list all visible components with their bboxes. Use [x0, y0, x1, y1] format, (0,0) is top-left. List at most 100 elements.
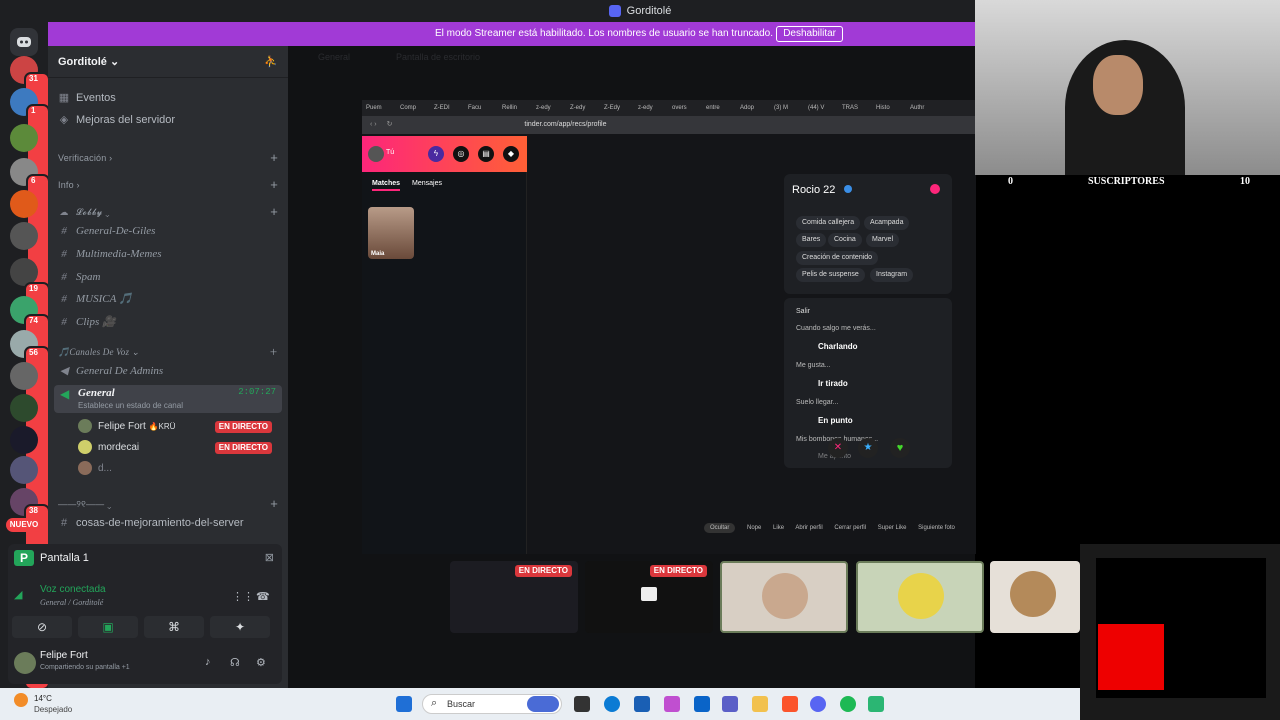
disconnect-icon[interactable]: ☎ — [256, 590, 270, 603]
profile-name: Rocio 22 — [792, 184, 836, 196]
outlook-icon[interactable] — [694, 696, 710, 712]
monitor-icon — [641, 587, 657, 601]
events-label: Eventos — [76, 92, 116, 104]
interest-chip: Cocina — [828, 233, 862, 247]
settings-gear-icon[interactable]: ⚙ — [256, 656, 266, 669]
invite-icon[interactable]: ⛹ — [264, 46, 278, 78]
add-channel-icon[interactable]: + — [269, 342, 278, 362]
voice-user-mordecai[interactable]: mordecai EN DIRECTO — [78, 438, 278, 458]
category-label: 🎵Canales De Voz — [58, 347, 130, 357]
channel-general-de-giles[interactable]: # General-De-Giles — [58, 221, 278, 241]
interest-chip: Creación de contenido — [796, 251, 879, 265]
hint-close-profile: Cerrar perfil — [834, 525, 867, 531]
weather-text[interactable]: Despejado — [34, 705, 72, 714]
activity-button[interactable]: ⌘ — [144, 616, 204, 638]
reload-icon: ↻ — [386, 121, 393, 128]
stream-thumbnail-1[interactable]: EN DIRECTO — [450, 561, 578, 633]
voice-channel-general[interactable]: ◀ General 2:07:27 Establece un estado de… — [54, 385, 282, 413]
category-canales-de-voz[interactable]: 🎵Canales De Voz ⌄ + — [58, 342, 278, 362]
user-tag: 🔥KRÜ — [148, 422, 176, 431]
hash-icon: # — [61, 293, 67, 305]
file-explorer-icon[interactable] — [752, 696, 768, 712]
server-header[interactable]: Gorditolé ⌄ ⛹ — [48, 46, 288, 78]
verified-icon — [844, 185, 852, 193]
avatar — [368, 146, 384, 162]
brave-icon[interactable] — [782, 696, 798, 712]
search-placeholder: Buscar — [447, 699, 476, 709]
store-icon[interactable] — [634, 696, 650, 712]
channel-status[interactable]: Establece un estado de canal — [78, 401, 183, 410]
avatar[interactable] — [14, 652, 36, 674]
voice-channel-general-de-admins[interactable]: ◀ General De Admins — [58, 361, 278, 381]
edge-icon[interactable] — [604, 696, 620, 712]
channel-multimedia-memes[interactable]: # Multimedia-Memes — [58, 244, 278, 264]
add-channel-icon[interactable]: + — [270, 202, 278, 222]
gamepad-icon: ⌘ — [168, 620, 180, 634]
stream-thumbnail-2[interactable]: EN DIRECTO — [585, 561, 713, 633]
channel-musica[interactable]: # MUSICA 🎵 — [58, 289, 278, 309]
voice-user-d[interactable]: d... — [78, 459, 278, 479]
server-icon-3[interactable] — [10, 124, 38, 152]
app-icon[interactable] — [868, 696, 884, 712]
hint-hide: Ocultar — [704, 523, 736, 533]
windows-start-icon[interactable] — [396, 696, 412, 712]
server-icon-12[interactable] — [10, 426, 38, 454]
disable-streamer-button[interactable]: Deshabilitar — [776, 26, 843, 42]
boosts-label: Mejoras del servidor — [76, 114, 176, 126]
channel-cosas-de-mejoramiento[interactable]: # cosas-de-mejoramiento-del-server — [58, 513, 278, 533]
stream-header-channel: General — [318, 52, 351, 62]
answer-text: Ir tirado — [818, 379, 848, 388]
soundboard-button[interactable]: ✦ — [210, 616, 270, 638]
browser-tab: (3) M — [774, 105, 788, 111]
close-stream-icon[interactable]: ⊠ — [265, 551, 274, 564]
voice-status[interactable]: Voz conectada — [40, 584, 106, 595]
server-icon-5[interactable] — [10, 190, 38, 218]
taskbar-search[interactable]: ⌕ Buscar — [422, 694, 562, 714]
user-name: Felipe Fort — [98, 421, 146, 432]
interest-chip: Comida callejera — [796, 216, 861, 230]
category-info[interactable]: Info › + — [58, 175, 278, 195]
channel-spam[interactable]: # Spam — [58, 267, 278, 287]
server-icon-11[interactable] — [10, 394, 38, 422]
discord-icon[interactable] — [810, 696, 826, 712]
category-divider[interactable]: ——୨୧—— ⌄ + — [58, 494, 278, 514]
search-icon: ⌕ — [431, 697, 438, 709]
headphones-icon[interactable]: ☊ — [230, 656, 240, 669]
briefcase-icon: ▤ — [478, 146, 494, 162]
stream-thumbnail-5[interactable] — [990, 561, 1080, 633]
add-channel-icon[interactable]: + — [270, 494, 278, 514]
home-button[interactable] — [10, 28, 38, 56]
events-item[interactable]: ▦ Eventos — [58, 88, 278, 108]
server-icon-6[interactable] — [10, 222, 38, 250]
spotify-icon[interactable] — [840, 696, 856, 712]
server-icon-10[interactable] — [10, 362, 38, 390]
browser-tab: Comp — [400, 105, 417, 111]
weather-temp[interactable]: 14°C — [34, 694, 52, 703]
copilot-icon[interactable] — [664, 696, 680, 712]
task-view-icon[interactable] — [574, 696, 590, 712]
category-label: 𝓛𝓸𝓫𝓫𝔂 — [76, 207, 103, 217]
stream-thumbnail-4[interactable] — [856, 561, 984, 633]
share-screen-button[interactable]: ▣ — [78, 616, 138, 638]
streamer-mode-banner: El modo Streamer está habilitado. Los no… — [48, 22, 975, 46]
teams-icon[interactable] — [722, 696, 738, 712]
boosts-item[interactable]: ◈ Mejoras del servidor — [58, 110, 278, 130]
add-channel-icon[interactable]: + — [270, 175, 278, 195]
call-timer: 2:07:27 — [238, 387, 276, 397]
channel-clips[interactable]: # Clips 🎥 — [58, 312, 278, 332]
server-icon-13[interactable] — [10, 456, 38, 484]
voice-user-felipe[interactable]: Felipe Fort 🔥KRÜ EN DIRECTO — [78, 417, 278, 437]
stream-thumbnail-3[interactable] — [720, 561, 848, 633]
camera-button[interactable]: ⊘ — [12, 616, 72, 638]
profile-lifestyle-card: Salir Cuando salgo me verás... Charlando… — [784, 298, 952, 468]
category-lobby[interactable]: ☁ 𝓛𝓸𝓫𝓫𝔂 ⌄ + — [58, 202, 278, 222]
noise-suppression-icon[interactable]: ⋮⋮ — [232, 590, 254, 603]
add-channel-icon[interactable]: + — [270, 148, 278, 168]
banner-text: El modo Streamer está habilitado. Los no… — [435, 28, 773, 39]
microphone-icon[interactable]: ♪ — [205, 656, 211, 668]
category-verificacion[interactable]: Verificación › + — [58, 148, 278, 168]
explore-icon: ◎ — [453, 146, 469, 162]
question-text: Me gusta... — [796, 362, 831, 369]
subscriber-counter: 0 SUSCRIPTORES 10 — [975, 175, 1280, 189]
live-badge: EN DIRECTO — [514, 565, 572, 577]
